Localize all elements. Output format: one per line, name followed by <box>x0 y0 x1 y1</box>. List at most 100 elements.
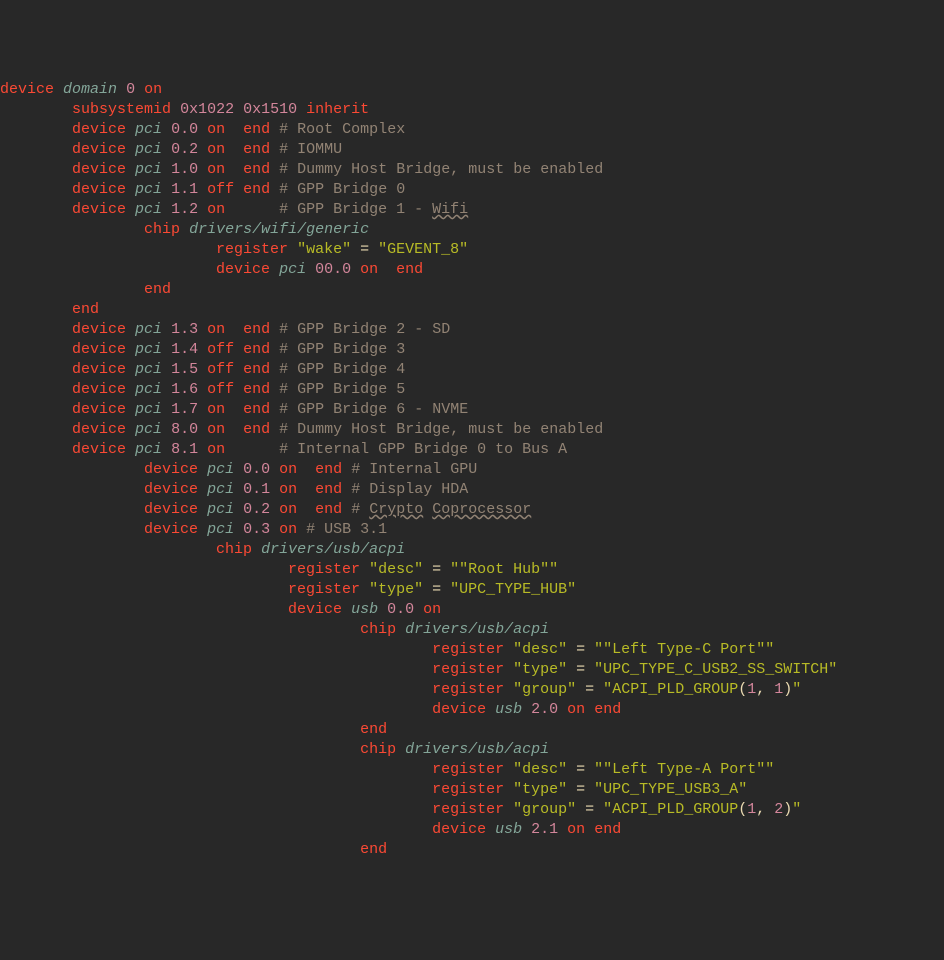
code-line[interactable]: device domain 0 on <box>0 80 944 100</box>
address: 1.5 <box>171 361 198 378</box>
address: 0.0 <box>387 601 414 618</box>
arg: 1 <box>747 681 756 698</box>
code-line[interactable]: register "group" = "ACPI_PLD_GROUP(1, 2)… <box>0 800 944 820</box>
code-line[interactable]: device pci 1.2 on # GPP Bridge 1 - Wifi <box>0 200 944 220</box>
chip-path: drivers/wifi/generic <box>189 221 369 238</box>
code-line[interactable]: chip drivers/usb/acpi <box>0 740 944 760</box>
code-line[interactable]: device pci 1.5 off end # GPP Bridge 4 <box>0 360 944 380</box>
code-line[interactable]: device pci 8.1 on # Internal GPP Bridge … <box>0 440 944 460</box>
code-line[interactable]: device pci 0.0 on end # Root Complex <box>0 120 944 140</box>
equals: = <box>585 801 594 818</box>
keyword-end: end <box>360 841 387 858</box>
arg: 1 <box>747 801 756 818</box>
code-line[interactable]: chip drivers/wifi/generic <box>0 220 944 240</box>
code-line[interactable]: device pci 1.0 on end # Dummy Host Bridg… <box>0 160 944 180</box>
code-line[interactable]: device pci 1.7 on end # GPP Bridge 6 - N… <box>0 400 944 420</box>
keyword-end: end <box>243 421 270 438</box>
code-line[interactable]: register "type" = "UPC_TYPE_C_USB2_SS_SW… <box>0 660 944 680</box>
register-value: "GEVENT_8" <box>378 241 468 258</box>
code-line[interactable]: register "type" = "UPC_TYPE_HUB" <box>0 580 944 600</box>
code-line[interactable]: device pci 1.6 off end # GPP Bridge 5 <box>0 380 944 400</box>
code-line[interactable]: device pci 0.0 on end # Internal GPU <box>0 460 944 480</box>
code-line[interactable]: register "desc" = ""Root Hub"" <box>0 560 944 580</box>
keyword-end: end <box>243 121 270 138</box>
code-line[interactable]: device pci 0.2 on end # IOMMU <box>0 140 944 160</box>
keyword-register: register <box>432 761 504 778</box>
keyword-bus: pci <box>135 341 162 358</box>
code-line[interactable]: register "group" = "ACPI_PLD_GROUP(1, 1)… <box>0 680 944 700</box>
keyword-end: end <box>243 341 270 358</box>
keyword-bus: pci <box>207 481 234 498</box>
keyword-device: device <box>72 141 126 158</box>
address: 00.0 <box>315 261 351 278</box>
keyword-device: device <box>72 181 126 198</box>
keyword-device: device <box>72 201 126 218</box>
address: 0.0 <box>171 121 198 138</box>
keyword-bus: pci <box>135 381 162 398</box>
keyword-chip: chip <box>360 621 396 638</box>
code-line[interactable]: register "desc" = ""Left Type-A Port"" <box>0 760 944 780</box>
code-line[interactable]: subsystemid 0x1022 0x1510 inherit <box>0 100 944 120</box>
code-line[interactable]: end <box>0 300 944 320</box>
register-key: "desc" <box>513 761 567 778</box>
address: 0.1 <box>243 481 270 498</box>
comment: # Display HDA <box>351 481 468 498</box>
keyword-bus: usb <box>495 701 522 718</box>
keyword-device: device <box>72 161 126 178</box>
keyword-end: end <box>315 501 342 518</box>
code-line[interactable]: device usb 0.0 on <box>0 600 944 620</box>
code-line[interactable]: device usb 2.1 on end <box>0 820 944 840</box>
code-line[interactable]: end <box>0 840 944 860</box>
code-line[interactable]: register "type" = "UPC_TYPE_USB3_A" <box>0 780 944 800</box>
code-line[interactable]: register "wake" = "GEVENT_8" <box>0 240 944 260</box>
keyword-end: end <box>243 381 270 398</box>
code-line[interactable]: device pci 00.0 on end <box>0 260 944 280</box>
chip-path: drivers/usb/acpi <box>405 741 549 758</box>
address: 1.6 <box>171 381 198 398</box>
comment: # Root Complex <box>279 121 405 138</box>
register-key: "wake" <box>297 241 351 258</box>
hex-value: 0x1510 <box>243 101 297 118</box>
comment: # GPP Bridge 0 <box>279 181 405 198</box>
code-line[interactable]: chip drivers/usb/acpi <box>0 620 944 640</box>
paren: ) <box>783 681 792 698</box>
keyword-device: device <box>72 401 126 418</box>
keyword-bus: pci <box>207 461 234 478</box>
code-line[interactable]: chip drivers/usb/acpi <box>0 540 944 560</box>
address: 1.0 <box>171 161 198 178</box>
keyword-state: off <box>207 361 234 378</box>
code-line[interactable]: device pci 1.1 off end # GPP Bridge 0 <box>0 180 944 200</box>
keyword-bus: pci <box>135 161 162 178</box>
code-line[interactable]: device pci 1.4 off end # GPP Bridge 3 <box>0 340 944 360</box>
register-key: "type" <box>513 661 567 678</box>
register-key: "group" <box>513 801 576 818</box>
keyword-device: device <box>432 821 486 838</box>
code-line[interactable]: device pci 0.2 on end # Crypto Coprocess… <box>0 500 944 520</box>
comment <box>423 501 432 518</box>
code-line[interactable]: device pci 0.1 on end # Display HDA <box>0 480 944 500</box>
code-line[interactable]: device usb 2.0 on end <box>0 700 944 720</box>
comment: # Dummy Host Bridge, must be enabled <box>279 421 603 438</box>
code-line[interactable]: end <box>0 720 944 740</box>
code-line[interactable]: device pci 1.3 on end # GPP Bridge 2 - S… <box>0 320 944 340</box>
keyword-inherit: inherit <box>306 101 369 118</box>
code-line[interactable]: device pci 0.3 on # USB 3.1 <box>0 520 944 540</box>
register-value: "UPC_TYPE_USB3_A" <box>594 781 747 798</box>
keyword-device: device <box>72 441 126 458</box>
comment: # USB 3.1 <box>306 521 387 538</box>
keyword-state: on <box>279 461 297 478</box>
keyword-bus: pci <box>279 261 306 278</box>
code-line[interactable]: device pci 8.0 on end # Dummy Host Bridg… <box>0 420 944 440</box>
keyword-chip: chip <box>360 741 396 758</box>
keyword-device: device <box>432 701 486 718</box>
arg: 1 <box>774 681 783 698</box>
keyword-register: register <box>288 581 360 598</box>
comment: # GPP Bridge 3 <box>279 341 405 358</box>
hex-value: 0x1022 <box>180 101 234 118</box>
code-editor[interactable]: device domain 0 on subsystemid 0x1022 0x… <box>0 80 944 860</box>
keyword-end: end <box>315 481 342 498</box>
keyword-end: end <box>594 821 621 838</box>
quote: " <box>792 681 801 698</box>
code-line[interactable]: end <box>0 280 944 300</box>
code-line[interactable]: register "desc" = ""Left Type-C Port"" <box>0 640 944 660</box>
